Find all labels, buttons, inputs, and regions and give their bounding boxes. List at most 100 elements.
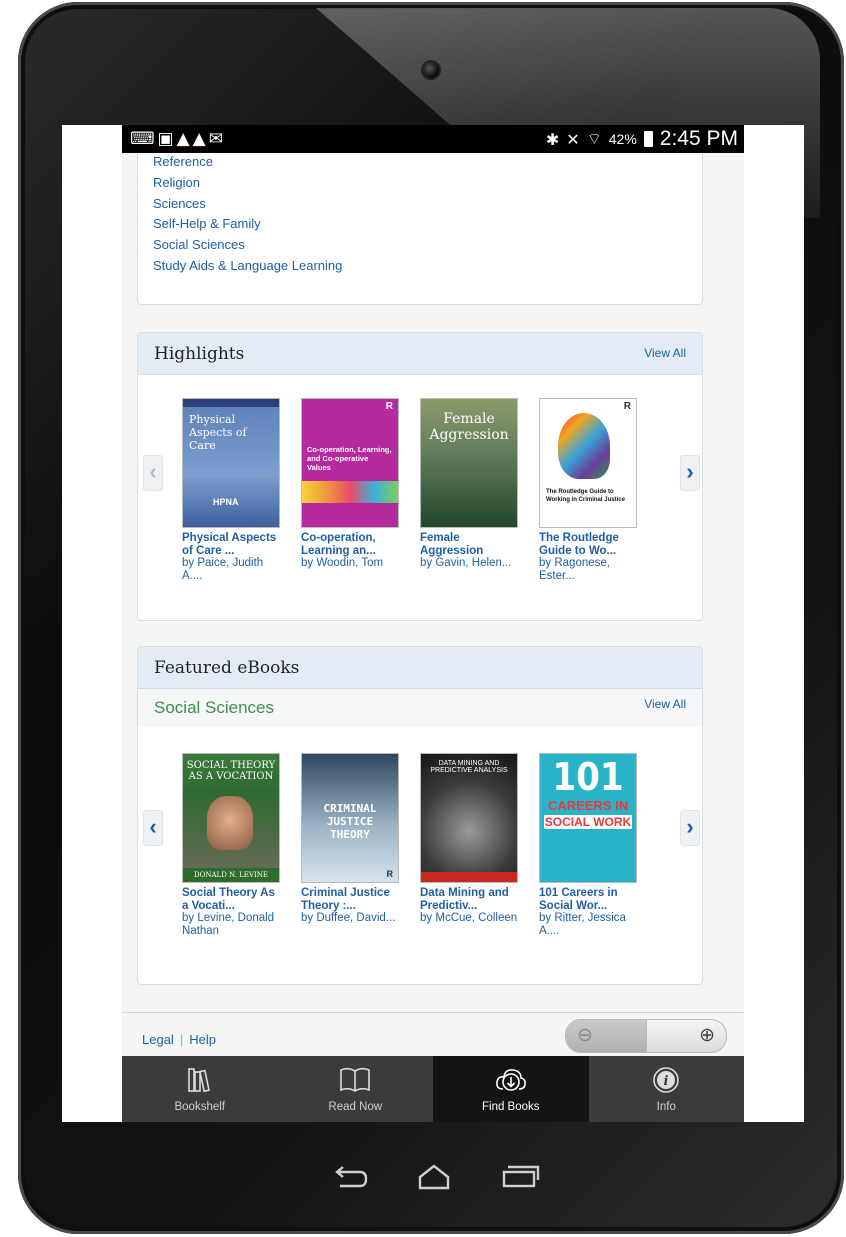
cover-title: Female	[443, 411, 495, 427]
carousel-prev-button[interactable]: ‹	[143, 810, 163, 846]
book-author: by Paice, Judith A....	[182, 557, 282, 582]
screen-margin-right	[744, 125, 804, 1122]
book-card[interactable]: R Co-operation, Learning, and Co-operati…	[301, 398, 401, 570]
book-cover[interactable]: 101 CAREERS IN SOCIAL WORK	[539, 753, 637, 883]
recent-apps-icon[interactable]	[500, 1162, 540, 1192]
category-link[interactable]: Study Aids & Language Learning	[153, 256, 702, 277]
featured-view-all-link[interactable]: View All	[644, 697, 686, 711]
cover-title: Aggression	[429, 427, 509, 443]
featured-category-title: Social Sciences	[154, 698, 275, 717]
book-card[interactable]: R The Routledge Guide to Working in Crim…	[539, 398, 639, 582]
tab-label: Bookshelf	[174, 1101, 225, 1113]
by-label: by	[301, 557, 314, 569]
tab-info[interactable]: i Info	[589, 1056, 745, 1122]
carousel-next-button[interactable]: ›	[680, 455, 700, 491]
book-author: by Duffee, David...	[301, 912, 401, 925]
tab-bookshelf[interactable]: Bookshelf	[122, 1056, 278, 1122]
author-link[interactable]: Ritter, Jessica A....	[539, 912, 626, 937]
tab-label: Info	[656, 1101, 676, 1113]
author-link[interactable]: McCue, Colleen	[435, 912, 517, 924]
carousel-next-button[interactable]: ›	[680, 810, 700, 846]
cover-logo: R	[386, 869, 394, 879]
cover-title: DATA MINING AND	[438, 760, 500, 767]
highlights-title: Highlights	[154, 344, 245, 364]
bluetooth-icon: ✱	[545, 129, 560, 149]
tab-find-books[interactable]: Find Books	[433, 1056, 589, 1122]
book-cover[interactable]: Physical Aspects of Care HPNA	[182, 398, 280, 528]
cover-title: The Routledge Guide to	[546, 489, 614, 495]
book-cover[interactable]: Female Aggression	[420, 398, 518, 528]
book-title-link[interactable]: Data Mining and Predictiv...	[420, 887, 520, 912]
highlights-panel: Highlights View All ‹ › Physical Aspects…	[137, 332, 703, 621]
front-camera	[423, 62, 439, 78]
mute-icon: ✕	[566, 129, 580, 149]
cover-logo: R	[385, 401, 393, 412]
system-nav-bar	[330, 1162, 545, 1192]
book-card[interactable]: 101 CAREERS IN SOCIAL WORK 101 Careers i…	[539, 753, 639, 937]
carousel-prev-button[interactable]: ‹	[143, 455, 163, 491]
category-link[interactable]: Sciences	[153, 194, 702, 215]
category-link[interactable]: Reference	[153, 152, 702, 173]
book-cover[interactable]: R The Routledge Guide to Working in Crim…	[539, 398, 637, 528]
cover-title: Physical	[189, 413, 236, 426]
book-title-link[interactable]: Co-operation, Learning an...	[301, 532, 401, 557]
zoom-in-button[interactable]: ⊕	[646, 1020, 726, 1052]
cover-title: 101	[552, 755, 624, 799]
category-link[interactable]: Self-Help & Family	[153, 214, 702, 235]
cover-title: THEORY	[330, 828, 370, 841]
book-cover[interactable]: R Co-operation, Learning, and Co-operati…	[301, 398, 399, 528]
cover-title: Aspects of Care	[189, 426, 247, 452]
author-link[interactable]: Gavin, Helen...	[435, 557, 511, 569]
book-title-link[interactable]: Physical Aspects of Care ...	[182, 532, 282, 557]
book-cover[interactable]: DATA MINING AND PREDICTIVE ANALYSIS	[420, 753, 518, 883]
cover-title: CAREERS IN	[547, 798, 629, 813]
book-card[interactable]: Physical Aspects of Care HPNA Physical A…	[182, 398, 282, 582]
by-label: by	[539, 557, 552, 569]
by-label: by	[301, 912, 314, 924]
bookshelf-icon	[187, 1068, 210, 1093]
battery-percent: 42%	[608, 131, 637, 147]
legal-link[interactable]: Legal	[142, 1032, 174, 1047]
featured-title: Featured eBooks	[154, 658, 300, 678]
cover-title: SOCIAL THEORY	[186, 760, 276, 771]
by-label: by	[420, 912, 433, 924]
back-icon[interactable]	[330, 1162, 370, 1192]
book-cover[interactable]: SOCIAL THEORY AS A VOCATION DONALD N. LE…	[182, 753, 280, 883]
highlights-header: Highlights View All	[138, 333, 702, 375]
book-card[interactable]: Female Aggression Female Aggression by G…	[420, 398, 520, 570]
book-title-link[interactable]: Social Theory As a Vocati...	[182, 887, 282, 912]
by-label: by	[182, 912, 195, 924]
book-cover[interactable]: CRIMINAL JUSTICE THEORY R	[301, 753, 399, 883]
category-link[interactable]: Religion	[153, 173, 702, 194]
cover-title: SOCIAL WORK	[544, 815, 632, 829]
book-card[interactable]: SOCIAL THEORY AS A VOCATION DONALD N. LE…	[182, 753, 282, 937]
zoom-out-button[interactable]: ⊖	[566, 1020, 646, 1052]
cover-logo: HPNA	[213, 497, 239, 507]
book-title-link[interactable]: Female Aggression	[420, 532, 520, 557]
cover-title: JUSTICE	[326, 815, 374, 828]
book-card[interactable]: DATA MINING AND PREDICTIVE ANALYSIS Data…	[420, 753, 520, 925]
author-link[interactable]: Woodin, Tom	[316, 557, 383, 569]
by-label: by	[420, 557, 433, 569]
svg-text:i: i	[664, 1074, 669, 1089]
author-link[interactable]: Levine, Donald Nathan	[182, 912, 274, 937]
help-link[interactable]: Help	[189, 1032, 216, 1047]
tab-read-now[interactable]: Read Now	[278, 1056, 434, 1122]
book-title-link[interactable]: The Routledge Guide to Wo...	[539, 532, 639, 557]
open-book-icon	[340, 1067, 371, 1092]
book-title-link[interactable]: 101 Careers in Social Wor...	[539, 887, 639, 912]
author-link[interactable]: Paice, Judith A....	[182, 557, 263, 582]
author-link[interactable]: Duffee, David...	[316, 912, 395, 924]
info-icon: i	[653, 1067, 680, 1093]
battery-icon	[643, 131, 653, 147]
book-card[interactable]: CRIMINAL JUSTICE THEORY R Criminal Justi…	[301, 753, 401, 925]
featured-panel: Featured eBooks Social Sciences View All…	[137, 646, 703, 985]
category-link[interactable]: Social Sciences	[153, 235, 702, 256]
highlights-view-all-link[interactable]: View All	[644, 346, 686, 360]
book-author: by Ritter, Jessica A....	[539, 912, 639, 937]
cover-title: Working in Criminal Justice	[546, 497, 625, 503]
cover-logo: R	[623, 401, 631, 412]
status-bar: ⌨▣▲▲✉ ✱ ✕ ⌔ 42% 2:45 PM	[122, 125, 744, 153]
book-title-link[interactable]: Criminal Justice Theory :...	[301, 887, 401, 912]
home-icon[interactable]	[416, 1162, 452, 1192]
